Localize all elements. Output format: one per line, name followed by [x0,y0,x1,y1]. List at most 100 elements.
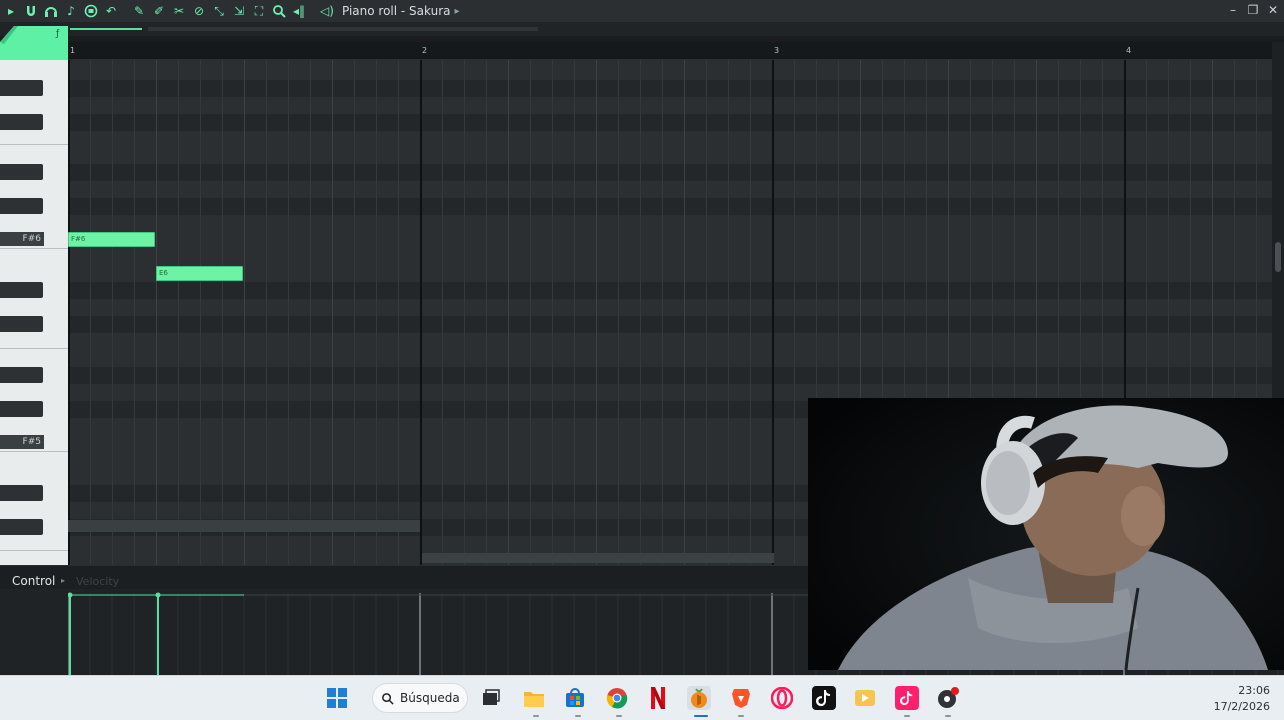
key-label-fs6[interactable]: F#6 [0,232,44,246]
grid-line [222,60,223,565]
note-fs6[interactable]: F#6 [68,232,155,247]
piano-keyboard[interactable]: F#6 F#5 [0,60,68,565]
note-icon[interactable]: ♪ [62,2,80,20]
velocity-handle[interactable] [155,592,161,598]
taskbar-search[interactable]: Búsqueda [372,683,468,713]
grid-line [200,60,201,565]
file-explorer-icon[interactable] [522,686,546,710]
velocity-target[interactable]: Velocity [76,575,119,588]
grid-line [310,60,311,565]
grid-line [442,60,443,565]
minimize-icon[interactable]: – [1226,2,1240,18]
close-icon[interactable]: ✕ [1266,2,1280,18]
pencil-icon[interactable]: ✎ [130,2,148,20]
slip-icon[interactable]: ⇲ [230,2,248,20]
black-key[interactable] [0,164,43,180]
fl-studio-icon[interactable] [687,686,711,710]
black-key[interactable] [0,519,43,535]
scroll-thumb[interactable] [1275,242,1281,272]
bar-number: 2 [422,46,428,55]
black-key[interactable] [0,282,43,298]
key-divider [0,348,68,349]
black-key[interactable] [0,316,43,332]
grid-line [112,60,113,565]
grid-line [508,60,509,565]
horizontal-zoom-track[interactable] [148,27,538,31]
windows-start-icon[interactable] [325,686,349,710]
grid-line [266,60,267,565]
control-menu-arrow[interactable]: ▸ [61,576,65,585]
undo-icon[interactable]: ↶ [102,2,120,20]
grid-line [244,60,245,565]
media-player-icon[interactable] [853,686,877,710]
grid-line [684,60,685,565]
grid-row-dark [68,367,1272,384]
chrome-icon[interactable] [605,686,629,710]
stamp-icon[interactable] [82,2,100,20]
grid-line [332,60,333,565]
zoom-icon[interactable] [270,2,288,20]
grid-row-dark [68,282,1272,299]
grid-line [156,60,157,565]
zoom-indicator[interactable] [70,28,142,30]
magnet-icon[interactable] [22,2,40,20]
grid-line [640,60,641,565]
black-key[interactable] [0,80,43,96]
select-icon[interactable]: ⤡ [210,2,228,20]
app-running-indicator [533,715,539,717]
games-app-icon[interactable] [936,686,960,710]
black-key[interactable] [0,485,43,501]
corner-tool-button[interactable]: ƒ [0,22,68,60]
key-divider [0,550,68,551]
control-label[interactable]: Control [12,574,55,588]
black-key[interactable] [0,198,43,214]
bar-line [772,60,774,565]
fullscreen-icon[interactable]: ⛶ [250,2,268,20]
windows-taskbar: Búsqueda 23:06 17/2/2026 [0,675,1284,720]
speaker-icon[interactable]: ◁) [318,2,336,20]
grid-line [134,60,135,565]
app-running-indicator [945,715,951,717]
task-view-icon[interactable] [479,686,503,710]
playback-icon[interactable]: ◂‖ [290,2,308,20]
opera-icon[interactable] [770,686,794,710]
grid-line [574,60,575,565]
selection-strip [68,520,420,532]
fl-studio-window: ▸ ♪ ↶ ✎ ✐ ✂ ⊘ ⤡ ⇲ ⛶ ◂‖ ◁) Piano roll - S… [0,0,1284,720]
grid-row-dark [68,114,1272,131]
black-key[interactable] [0,367,43,383]
tiktok-music-icon[interactable] [895,686,919,710]
grid-line [662,60,663,565]
black-key[interactable] [0,114,43,130]
restore-icon[interactable]: ❐ [1246,2,1260,18]
app-running-indicator [904,715,910,717]
brave-icon[interactable] [729,686,753,710]
black-key[interactable] [0,401,43,417]
horizontal-scrollbar[interactable] [422,553,774,563]
slice-icon[interactable]: ✂ [170,2,188,20]
system-clock[interactable]: 23:06 17/2/2026 [1214,683,1270,715]
grid-row-dark [68,198,1272,215]
tiktok-icon[interactable] [812,686,836,710]
key-label-fs5[interactable]: F#5 [0,435,44,449]
note-e6[interactable]: E6 [156,266,243,281]
netflix-icon[interactable] [646,686,670,710]
title-menu-arrow[interactable]: ▸ [455,6,460,17]
grid-row-dark [68,316,1272,333]
brush-icon[interactable]: ✐ [150,2,168,20]
velocity-handle[interactable] [68,592,73,598]
timeline-ruler[interactable]: 1 2 3 4 [68,42,1272,60]
headphones-icon[interactable] [42,2,60,20]
grid-line [90,60,91,565]
bar-number: 3 [774,46,780,55]
menu-arrow-icon[interactable]: ▸ [2,2,20,20]
grid-line [750,60,751,565]
key-divider [0,451,68,452]
grid-line [398,60,399,565]
microsoft-store-icon[interactable] [563,686,587,710]
piano-roll-toolbar: ▸ ♪ ↶ ✎ ✐ ✂ ⊘ ⤡ ⇲ ⛶ ◂‖ ◁) Piano roll - S… [0,0,1284,22]
bar-line [68,60,70,565]
grid-line [376,60,377,565]
search-placeholder: Búsqueda [400,691,460,705]
mute-icon[interactable]: ⊘ [190,2,208,20]
